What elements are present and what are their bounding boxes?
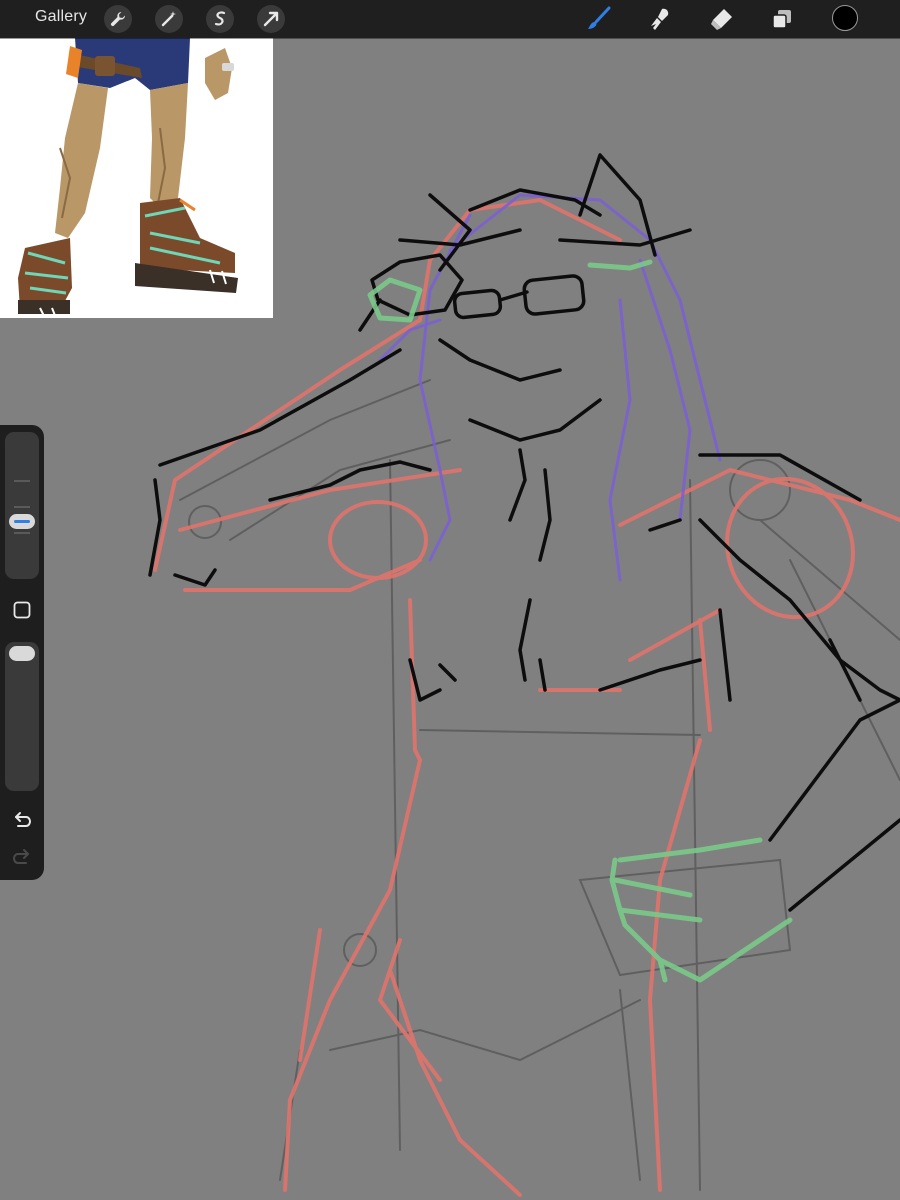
magic-wand-icon[interactable] bbox=[155, 5, 183, 33]
reference-figure-illustration bbox=[18, 38, 238, 318]
transform-arrow-icon[interactable] bbox=[257, 5, 285, 33]
brush-size-indicator bbox=[14, 520, 30, 523]
redo-icon[interactable] bbox=[10, 846, 34, 868]
opacity-knob[interactable] bbox=[9, 646, 35, 661]
opacity-slider[interactable] bbox=[5, 642, 39, 791]
layers-icon[interactable] bbox=[767, 5, 797, 33]
red-sketch-layer bbox=[153, 198, 900, 1197]
slider-tick bbox=[14, 506, 30, 508]
color-picker-swatch[interactable] bbox=[832, 5, 858, 31]
brush-size-knob[interactable] bbox=[9, 514, 35, 529]
brush-size-slider[interactable] bbox=[5, 432, 39, 579]
reference-image[interactable] bbox=[0, 38, 273, 318]
smudge-icon[interactable] bbox=[645, 5, 675, 33]
slider-tick bbox=[14, 532, 30, 534]
slider-tick bbox=[14, 480, 30, 482]
wrench-icon[interactable] bbox=[104, 5, 132, 33]
top-toolbar: Gallery bbox=[0, 0, 900, 38]
green-sketch-layer bbox=[367, 259, 793, 983]
eraser-icon[interactable] bbox=[706, 5, 736, 33]
selection-icon[interactable] bbox=[206, 5, 234, 33]
brush-icon[interactable] bbox=[584, 5, 614, 33]
left-sidebar bbox=[0, 425, 44, 880]
modify-square-icon[interactable] bbox=[10, 599, 34, 621]
undo-icon[interactable] bbox=[10, 809, 34, 831]
gallery-button[interactable]: Gallery bbox=[35, 8, 87, 26]
